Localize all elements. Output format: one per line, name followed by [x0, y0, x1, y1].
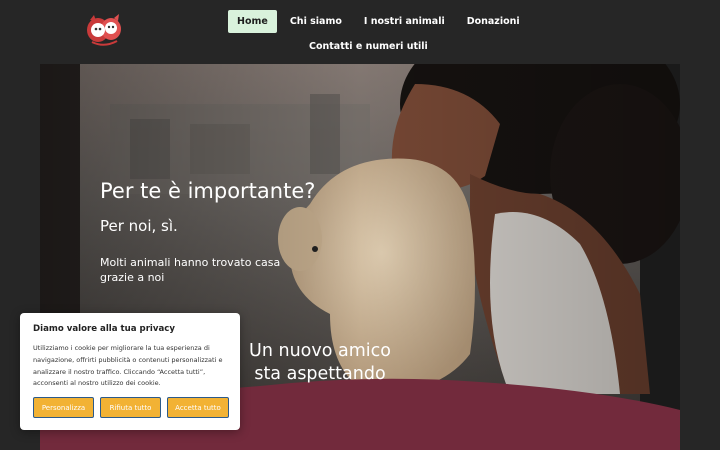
accept-all-button[interactable]: Accetta tutto [167, 397, 229, 418]
nav-chi-siamo[interactable]: Chi siamo [281, 10, 351, 33]
hero-text: Per te è importante? Per noi, sì. Molti … [100, 179, 315, 285]
cookie-actions: Personalizza Rifiuta tutto Accetta tutto [33, 397, 229, 418]
hero-body: Molti animali hanno trovato casa grazie … [100, 256, 281, 284]
nav-nostri-animali[interactable]: I nostri animali [355, 10, 454, 33]
nav-home[interactable]: Home [228, 10, 277, 33]
nav-contatti[interactable]: Contatti e numeri utili [300, 35, 437, 58]
hero-title: Per te è importante? [100, 179, 316, 203]
reject-all-button[interactable]: Rifiuta tutto [100, 397, 161, 418]
main-nav: Home Chi siamo I nostri animali Donazion… [228, 10, 529, 33]
customize-button[interactable]: Personalizza [33, 397, 94, 418]
cookie-banner: Diamo valore alla tua privacy Utilizziam… [20, 313, 240, 430]
site-header: Home Chi siamo I nostri animali Donazion… [0, 0, 720, 64]
cookie-text: Utilizziamo i cookie per migliorare la t… [33, 344, 223, 388]
hero-subtitle: Per noi, sì. [100, 217, 178, 235]
nav-donazioni[interactable]: Donazioni [458, 10, 529, 33]
logo-icon[interactable] [84, 12, 124, 48]
cookie-title: Diamo valore alla tua privacy [33, 324, 175, 334]
